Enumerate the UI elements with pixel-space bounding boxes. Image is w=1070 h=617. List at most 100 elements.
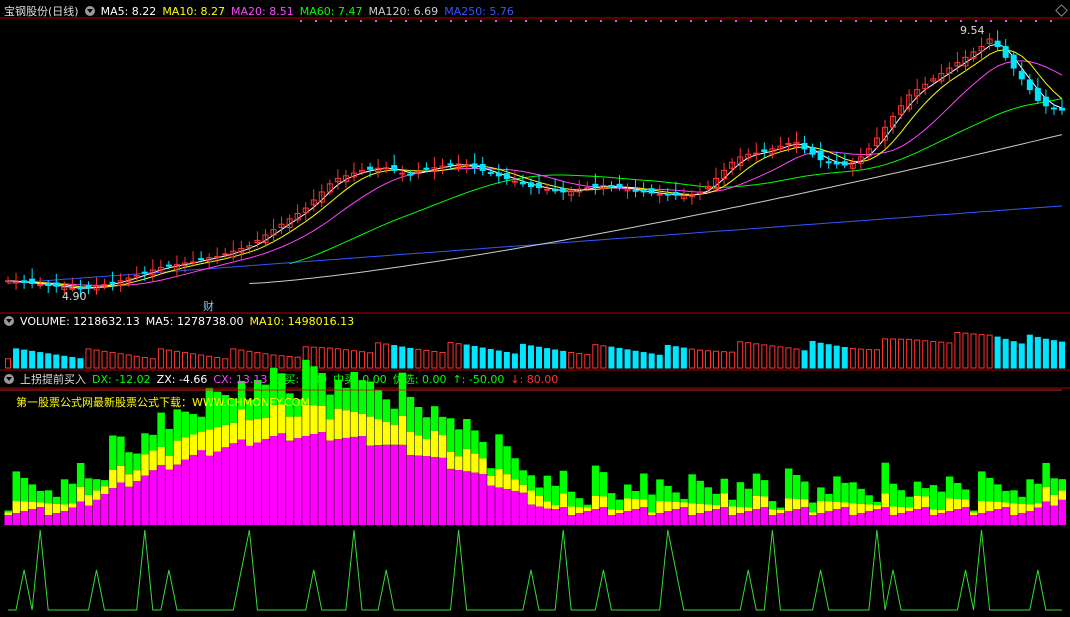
dot-marker (540, 20, 542, 22)
volume-bar (141, 357, 148, 369)
volume-bar (69, 357, 76, 369)
indicator-green-bar (809, 502, 817, 513)
indicator-yellow-bar (358, 413, 367, 437)
indicator-green-bar (527, 475, 535, 491)
volume-bar (254, 352, 261, 369)
volume-bar (165, 349, 172, 369)
volume-bar (455, 343, 462, 369)
indicator-yellow-bar (350, 411, 358, 437)
volume-bar (978, 334, 985, 369)
indicator-magenta-bar (76, 501, 85, 525)
candle-body (447, 163, 454, 166)
indicator-green-bar (430, 406, 439, 431)
indicator-magenta-bar (278, 433, 286, 525)
indicator-yellow-bar (471, 453, 479, 473)
indicator-yellow-bar (664, 501, 672, 511)
indicator-magenta-bar (326, 440, 334, 525)
indicator-panel-menu-icon[interactable] (4, 374, 14, 384)
indicator-yellow-bar (897, 507, 906, 513)
indicator-magenta-bar (680, 507, 688, 525)
indicator-magenta-bar (93, 499, 101, 525)
indicator-magenta-bar (809, 515, 817, 525)
volume-bar (230, 348, 237, 369)
indicator-magenta-bar (205, 455, 214, 525)
indicator-yellow-bar (101, 486, 109, 495)
indicator-green-bar (632, 491, 640, 499)
indicator-magenta-bar (969, 515, 978, 525)
indicator-magenta-bar (253, 442, 262, 525)
indicator-green-bar (342, 387, 350, 411)
volume-bar (552, 349, 559, 369)
indicator-green-bar (696, 480, 704, 504)
indicator-green-bar (12, 471, 21, 501)
indicator-yellow-bar (68, 503, 77, 508)
candle-body (109, 281, 116, 284)
volume-bar (898, 338, 905, 369)
indicator-menu-icon[interactable] (84, 6, 95, 16)
volume-bar (745, 342, 752, 369)
volume-bar (85, 348, 92, 369)
candle-body (640, 189, 647, 193)
dot-marker (405, 20, 407, 22)
volume-bar (544, 348, 551, 369)
indicator-yellow-bar (93, 490, 101, 500)
dot-marker (465, 20, 467, 22)
indicator-magenta-bar (913, 509, 922, 525)
indicator-yellow-bar (736, 507, 745, 513)
indicator-magenta-bar (20, 511, 29, 525)
indicator-yellow-bar (760, 496, 769, 507)
indicator-green-bar (406, 396, 415, 432)
dot-marker (825, 20, 827, 22)
dot-marker (555, 20, 557, 22)
indicator-yellow-bar (1034, 503, 1042, 508)
indicator-magenta-bar (704, 511, 712, 525)
ma-label-1: MA10: 8.27 (162, 5, 226, 18)
volume-bar (922, 340, 929, 369)
volume-bar (881, 338, 888, 369)
dot-marker (1020, 20, 1022, 22)
indicator-yellow-bar (422, 439, 431, 457)
candle-body (13, 281, 20, 284)
indicator-green-bar (961, 489, 970, 500)
volume-menu-icon[interactable] (4, 316, 14, 326)
candle-body (407, 173, 414, 176)
candle-body (825, 161, 832, 164)
volume-bar (511, 353, 518, 369)
indicator-yellow-bar (334, 408, 342, 440)
dot-marker (330, 20, 332, 22)
ma-label-3: MA60: 7.47 (299, 5, 363, 18)
indicator-green-bar (36, 490, 45, 503)
volume-bar (5, 358, 11, 369)
candle-body (503, 173, 510, 179)
stock-name: 宝钢股份(日线) (4, 5, 79, 18)
volume-bar (849, 347, 856, 369)
volume-bar (906, 338, 913, 369)
volume-bar (367, 352, 374, 369)
indicator-green-bar (865, 495, 873, 505)
dot-marker (420, 20, 422, 22)
candle-body (495, 172, 502, 177)
indicator-yellow-bar (229, 422, 238, 444)
indicator-green-bar (390, 408, 399, 425)
volume-bar (29, 350, 36, 369)
indicator-yellow-bar (165, 455, 173, 470)
volume-bar (704, 350, 711, 369)
volume-bar (769, 345, 776, 369)
indicator-green-bar (575, 498, 584, 507)
indicator-yellow-bar (696, 504, 704, 513)
indicator-yellow-bar (688, 503, 696, 515)
volume-bar (21, 349, 28, 369)
indicator-yellow-bar (294, 416, 302, 439)
indicator-yellow-bar (784, 498, 793, 511)
volume-bar (37, 352, 44, 369)
indicator-yellow-bar (728, 506, 737, 515)
candle-body (608, 184, 615, 188)
indicator-yellow-bar (768, 509, 777, 515)
indicator-magenta-bar (157, 464, 165, 525)
indicator-yellow-bar (937, 510, 946, 513)
indicator-yellow-bar (599, 496, 608, 507)
candle-body (833, 161, 840, 165)
indicator-magenta-bar (648, 515, 656, 525)
candle-body (21, 280, 28, 283)
indicator-magenta-bar (986, 511, 994, 525)
